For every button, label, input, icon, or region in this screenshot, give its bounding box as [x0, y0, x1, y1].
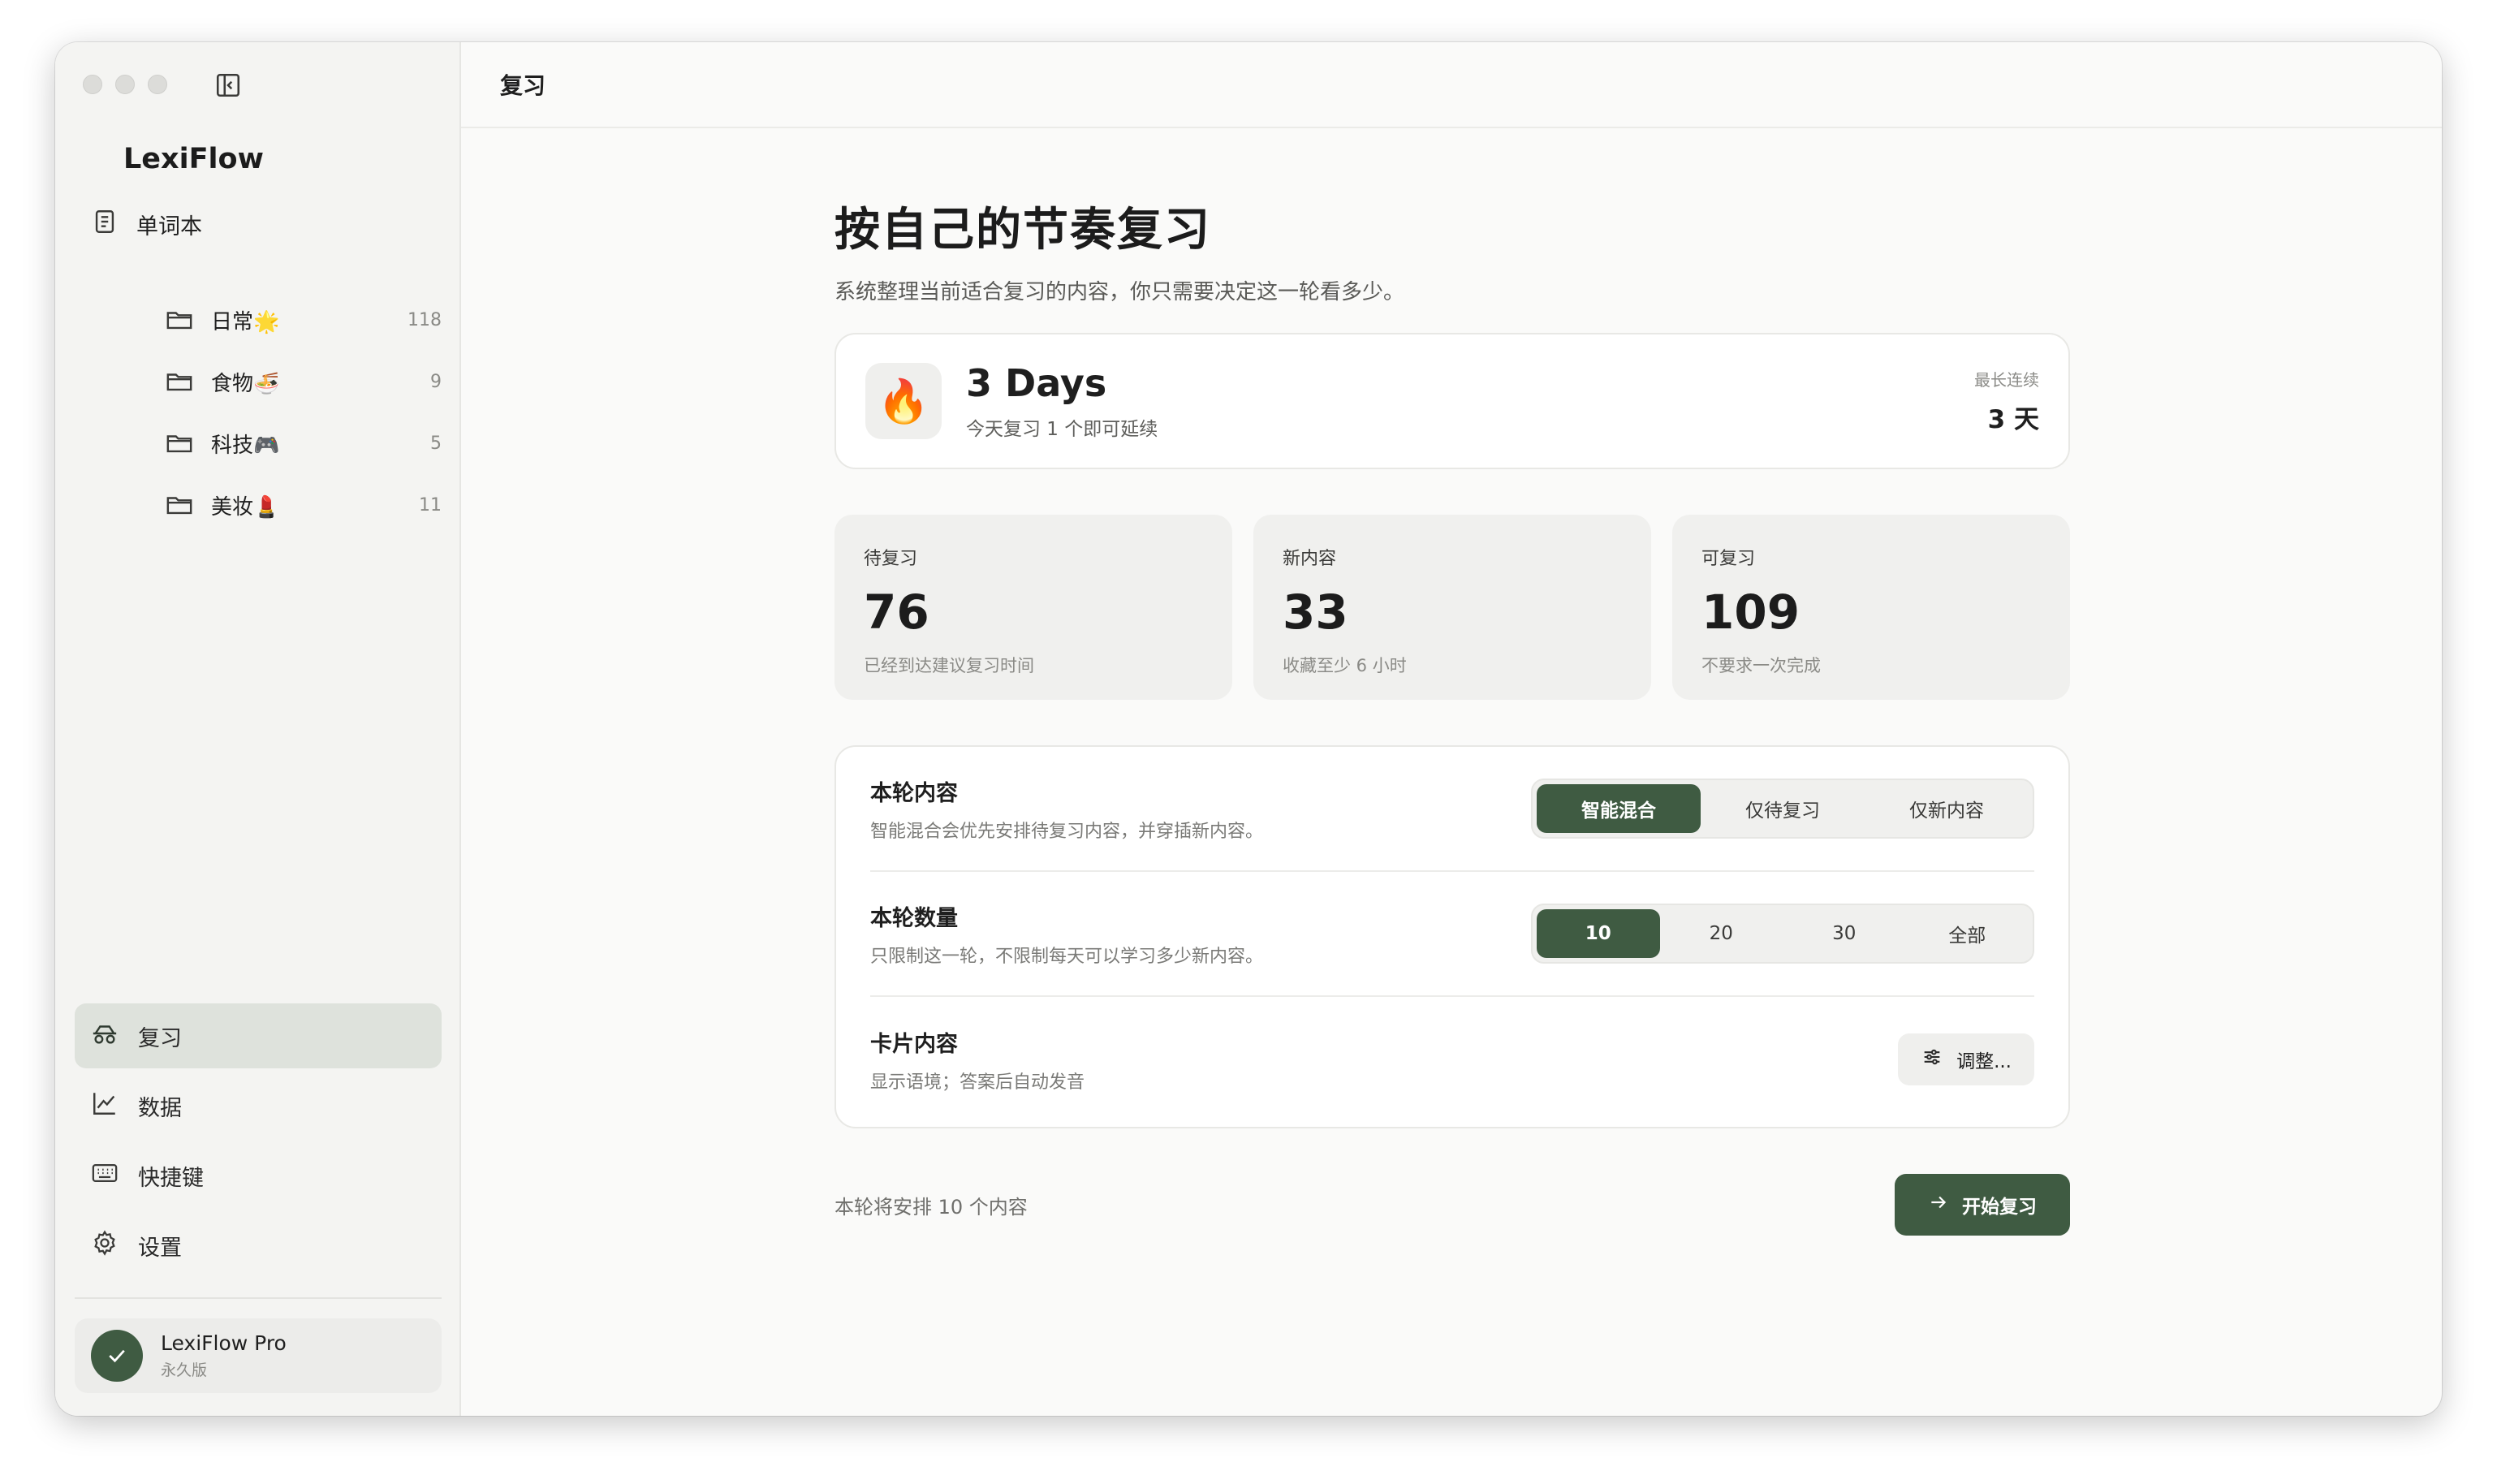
best-streak-value: 3 天: [1987, 405, 2039, 434]
main-subheading: 系统整理当前适合复习的内容，你只需要决定这一轮看多少。: [834, 280, 1405, 304]
folder-item[interactable]: 科技🎮 5: [166, 412, 442, 474]
option-title: 本轮内容: [870, 780, 958, 806]
folder-icon: [166, 431, 193, 455]
folder-list: 日常🌟 118 食物🍜 9 科技🎮 5 美妆💄 11: [166, 289, 442, 536]
adjust-button[interactable]: 调整...: [1898, 1033, 2034, 1085]
folder-name: 美妆💄: [211, 494, 280, 520]
sidebar-item-label: 快捷键: [138, 1165, 204, 1191]
segment-20[interactable]: 20: [1660, 909, 1783, 958]
folder-icon: [166, 493, 193, 517]
folder-count: 11: [419, 494, 442, 516]
content-mode-segmented-control: 智能混合 仅待复习 仅新内容: [1531, 779, 2034, 839]
segment-new-only[interactable]: 仅新内容: [1865, 784, 2029, 833]
pro-subtitle: 永久版: [161, 1361, 208, 1379]
segment-30[interactable]: 30: [1783, 909, 1906, 958]
folder-count: 118: [408, 309, 442, 330]
sidebar-nav: 复习 数据 快捷键 设置: [75, 1003, 442, 1283]
option-desc: 显示语境；答案后自动发音: [870, 1072, 1085, 1093]
chart-icon: [91, 1089, 119, 1123]
session-summary: 本轮将安排 10 个内容: [834, 1195, 1028, 1219]
card-content-row: 卡片内容 显示语境；答案后自动发音 调整...: [870, 997, 2034, 1122]
keyboard-icon: [91, 1159, 119, 1193]
flame-icon: 🔥: [865, 363, 942, 439]
pro-status-card[interactable]: LexiFlow Pro 永久版: [75, 1318, 442, 1393]
best-streak-label: 最长连续: [1974, 370, 2039, 390]
folder-name: 科技🎮: [211, 433, 280, 458]
folder-item[interactable]: 美妆💄 11: [166, 474, 442, 536]
quantity-row: 本轮数量 只限制这一轮，不限制每天可以学习多少新内容。 10 20 30 全部: [870, 872, 2034, 997]
option-title: 卡片内容: [870, 1031, 958, 1057]
stat-card-new: 新内容 33 收藏至少 6 小时: [1253, 515, 1651, 700]
segment-smart-mix[interactable]: 智能混合: [1537, 784, 1701, 833]
streak-card: 🔥 3 Days 今天复习 1 个即可延续 最长连续 3 天: [834, 333, 2070, 469]
sidebar-item-settings[interactable]: 设置: [75, 1213, 442, 1278]
sidebar-item-wordbook[interactable]: 单词本: [91, 201, 202, 247]
stat-note: 不要求一次完成: [1701, 656, 1821, 675]
streak-hint: 今天复习 1 个即可延续: [966, 419, 1158, 440]
segment-all[interactable]: 全部: [1906, 909, 2029, 958]
sidebar-item-data[interactable]: 数据: [75, 1073, 442, 1138]
quantity-segmented-control: 10 20 30 全部: [1531, 904, 2034, 964]
close-window-button[interactable]: [83, 75, 102, 94]
page-title: 复习: [500, 72, 546, 99]
sidebar-toggle-icon[interactable]: [214, 71, 242, 99]
stat-note: 收藏至少 6 小时: [1283, 656, 1407, 675]
stat-value: 109: [1701, 585, 1801, 640]
gear-icon: [91, 1229, 119, 1262]
app-window: LexiFlow 单词本 日常🌟 118 食物🍜 9 科技🎮 5 美妆💄 11 …: [55, 42, 2442, 1416]
review-content: 按自己的节奏复习 系统整理当前适合复习的内容，你只需要决定这一轮看多少。 🔥 3…: [834, 193, 2070, 1236]
segment-due-only[interactable]: 仅待复习: [1701, 784, 1865, 833]
folder-icon: [166, 308, 193, 332]
sidebar-item-shortcuts[interactable]: 快捷键: [75, 1143, 442, 1208]
sliders-icon: [1921, 1046, 1943, 1073]
option-title: 本轮数量: [870, 905, 958, 931]
main-heading: 按自己的节奏复习: [834, 204, 1211, 257]
folder-icon: [166, 369, 193, 394]
adjust-button-label: 调整...: [1956, 1051, 2012, 1072]
stat-label: 待复习: [864, 549, 918, 569]
stat-label: 可复习: [1701, 549, 1756, 569]
stat-card-due: 待复习 76 已经到达建议复习时间: [834, 515, 1232, 700]
window-controls: [83, 75, 167, 94]
stat-note: 已经到达建议复习时间: [864, 656, 1034, 675]
option-desc: 只限制这一轮，不限制每天可以学习多少新内容。: [870, 946, 1264, 967]
sidebar-item-label: 复习: [138, 1025, 182, 1051]
folder-item[interactable]: 日常🌟 118: [166, 289, 442, 351]
stat-card-available: 可复习 109 不要求一次完成: [1672, 515, 2070, 700]
folder-item[interactable]: 食物🍜 9: [166, 351, 442, 412]
stat-value: 76: [864, 585, 929, 640]
sidebar-item-label: 设置: [138, 1235, 182, 1261]
toolbar: 复习: [461, 42, 2442, 128]
sidebar-divider: [75, 1297, 442, 1299]
streak-title: 3 Days: [966, 361, 1107, 405]
start-review-label: 开始复习: [1962, 1197, 2037, 1218]
checkmark-icon: [91, 1330, 143, 1382]
folder-count: 5: [430, 433, 442, 454]
stat-label: 新内容: [1283, 549, 1337, 569]
folder-name: 日常🌟: [211, 309, 280, 334]
sidebar-item-review[interactable]: 复习: [75, 1003, 442, 1068]
segment-10[interactable]: 10: [1537, 909, 1660, 958]
folder-count: 9: [430, 371, 442, 392]
option-desc: 智能混合会优先安排待复习内容，并穿插新内容。: [870, 821, 1264, 842]
start-review-button[interactable]: 开始复习: [1895, 1174, 2070, 1236]
folder-name: 食物🍜: [211, 371, 280, 396]
arrow-right-icon: [1928, 1192, 1949, 1218]
sidebar-item-label: 数据: [138, 1095, 182, 1121]
app-name: LexiFlow: [123, 143, 264, 175]
notebook-icon: [91, 208, 119, 241]
session-options-card: 本轮内容 智能混合会优先安排待复习内容，并穿插新内容。 智能混合 仅待复习 仅新…: [834, 745, 2070, 1128]
sidebar: LexiFlow 单词本 日常🌟 118 食物🍜 9 科技🎮 5 美妆💄 11 …: [55, 42, 461, 1416]
minimize-window-button[interactable]: [115, 75, 135, 94]
stat-value: 33: [1283, 585, 1348, 640]
main-pane: 复习 按自己的节奏复习 系统整理当前适合复习的内容，你只需要决定这一轮看多少。 …: [461, 42, 2442, 1416]
zoom-window-button[interactable]: [148, 75, 167, 94]
pro-title: LexiFlow Pro: [161, 1331, 287, 1355]
content-mode-row: 本轮内容 智能混合会优先安排待复习内容，并穿插新内容。 智能混合 仅待复习 仅新…: [870, 747, 2034, 872]
stats-row: 待复习 76 已经到达建议复习时间 新内容 33 收藏至少 6 小时 可复习 1…: [834, 515, 2070, 700]
sidebar-item-label: 单词本: [136, 214, 202, 239]
review-icon: [91, 1020, 119, 1053]
session-footer: 本轮将安排 10 个内容 开始复习: [834, 1174, 2070, 1236]
